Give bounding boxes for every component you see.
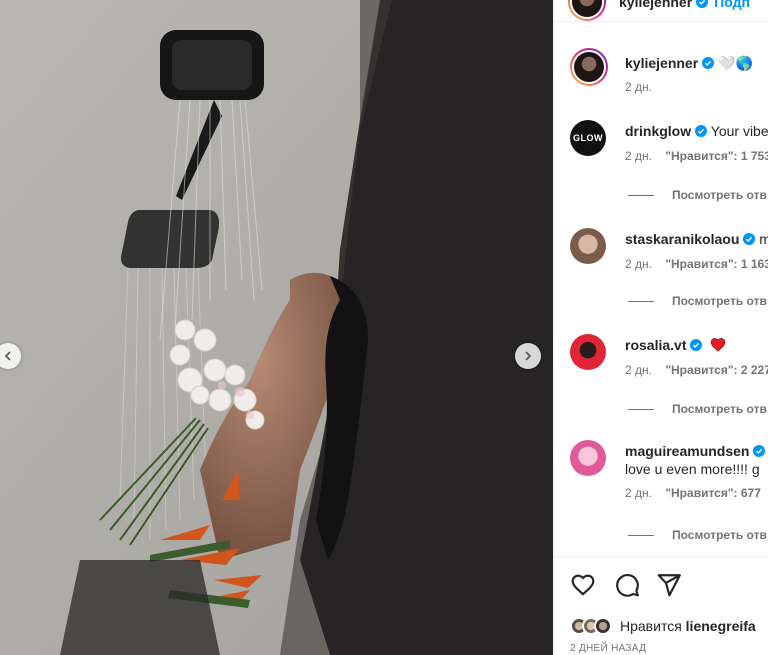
author-avatar	[572, 0, 602, 17]
comment-avatar[interactable]: GLOW	[570, 120, 606, 156]
comment-text: Your vibe	[710, 123, 768, 139]
verified-badge-icon	[696, 0, 709, 8]
post-side-panel: kyliejenner Подп kyliejenner 🤍🌎 2 дн. GL…	[553, 0, 768, 655]
comment-avatar[interactable]	[570, 334, 606, 370]
heart-icon[interactable]	[570, 572, 596, 598]
comment-text: love u even more!!!! g	[625, 461, 760, 477]
comment-icon[interactable]	[614, 572, 640, 598]
comment-time[interactable]: 2 дн.	[625, 149, 652, 163]
comment-likes[interactable]: "Нравится": 677	[665, 486, 761, 500]
comment-likes[interactable]: "Нравится": 2 227	[665, 363, 768, 377]
comment-username[interactable]: maguireamundsen	[625, 443, 749, 459]
liked-prefix: Нравится	[620, 618, 682, 634]
view-replies-button[interactable]: Посмотреть отв	[628, 294, 767, 308]
comment-text: m	[759, 231, 768, 247]
caption-avatar	[574, 52, 604, 82]
post-header: kyliejenner Подп	[554, 0, 768, 22]
comment-avatar[interactable]	[570, 440, 606, 476]
verified-badge-icon	[695, 125, 708, 137]
caption-text: 🤍🌎	[718, 55, 753, 71]
comment-time[interactable]: 2 дн.	[625, 486, 652, 500]
caption-username[interactable]: kyliejenner	[625, 55, 698, 71]
comment-time[interactable]: 2 дн.	[625, 363, 652, 377]
comment-likes[interactable]: "Нравится": 1 753	[665, 149, 768, 163]
verified-badge-icon	[702, 57, 715, 69]
comment-likes[interactable]: "Нравится": 1 163	[665, 257, 768, 271]
author-avatar-ring[interactable]	[568, 0, 606, 21]
comment-time[interactable]: 2 дн.	[625, 257, 652, 271]
liked-by[interactable]: Нравится lienegreifa	[570, 617, 756, 635]
comments-list[interactable]: kyliejenner 🤍🌎 2 дн. GLOW drinkglow Your…	[554, 40, 768, 555]
shower-photo	[0, 0, 553, 655]
liked-user[interactable]: lienegreifa	[686, 618, 756, 634]
chevron-right-icon	[525, 351, 532, 361]
follow-button[interactable]: Подп	[714, 0, 750, 10]
verified-badge-icon	[690, 339, 703, 351]
view-replies-button[interactable]: Посмотреть отв	[628, 528, 767, 542]
chevron-left-icon	[4, 351, 11, 361]
verified-badge-icon	[743, 233, 756, 245]
comment-username[interactable]: staskaranikolaou	[625, 231, 739, 247]
verified-badge-icon	[753, 445, 766, 457]
comment-username[interactable]: drinkglow	[625, 123, 691, 139]
comment-username[interactable]: rosalia.vt	[625, 337, 686, 353]
post-time-ago[interactable]: 2 ДНЕЙ НАЗАД	[570, 643, 646, 654]
view-replies-button[interactable]: Посмотреть отв	[628, 188, 767, 202]
post-photo[interactable]	[0, 0, 553, 655]
liker-avatar	[594, 617, 612, 635]
view-replies-button[interactable]: Посмотреть отв	[628, 402, 767, 416]
red-heart-emoji-icon	[711, 338, 726, 352]
caption-avatar-ring[interactable]	[570, 48, 608, 86]
author-username[interactable]: kyliejenner	[619, 0, 692, 10]
carousel-next-button[interactable]	[515, 343, 541, 369]
comment-avatar[interactable]	[570, 228, 606, 264]
post-actions: Нравится lienegreifa 2 ДНЕЙ НАЗАД	[554, 556, 768, 655]
caption-time[interactable]: 2 дн.	[625, 80, 652, 94]
share-icon[interactable]	[656, 572, 682, 598]
